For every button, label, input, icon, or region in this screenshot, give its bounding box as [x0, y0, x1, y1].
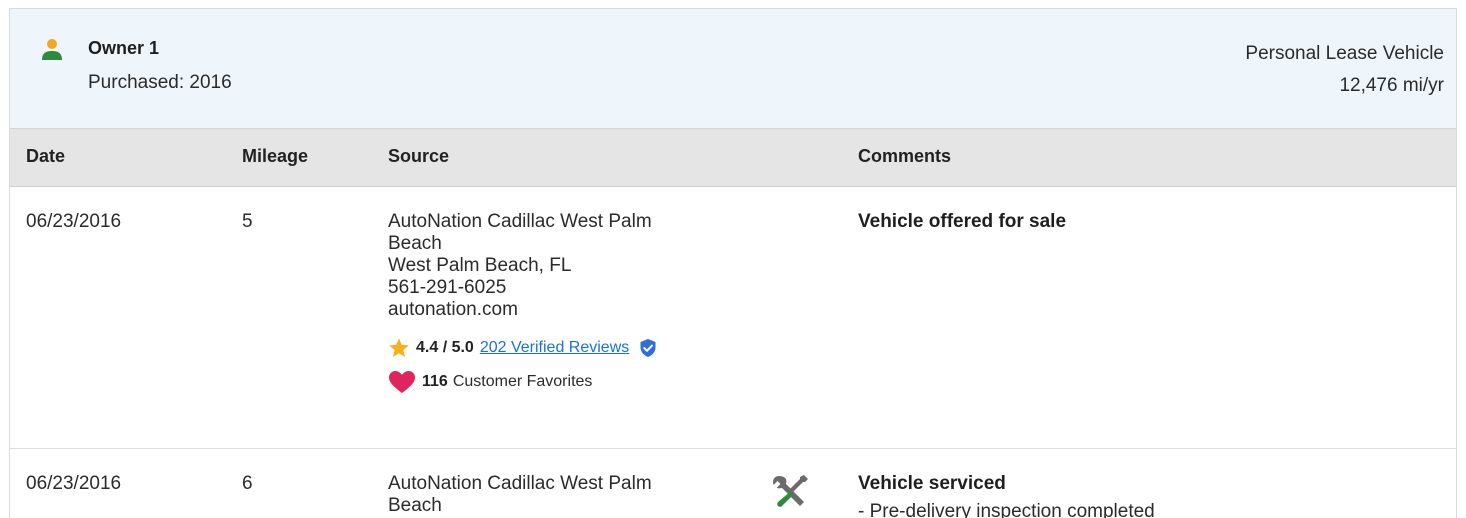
source-name-line-1: AutoNation Cadillac West Palm	[388, 211, 652, 232]
row-mileage: 5	[242, 211, 253, 232]
owner-header: Owner 1 Purchased: 2016 Personal Lease V…	[10, 9, 1456, 129]
column-header-comments: Comments	[858, 146, 952, 166]
source-name-line-2: Beach	[388, 233, 442, 254]
source-location: West Palm Beach, FL	[388, 255, 572, 276]
rating-value: 4.4 / 5.0	[416, 339, 474, 356]
owner-purchased: Purchased: 2016	[88, 72, 232, 93]
table-row: 06/23/2016 5 AutoNation Cadillac West Pa…	[10, 187, 1456, 449]
row-source: AutoNation Cadillac West Palm Beach West…	[388, 211, 728, 393]
page: Owner 1 Purchased: 2016 Personal Lease V…	[0, 0, 1466, 518]
dealer-rating: 4.4 / 5.0 202 Verified Reviews	[388, 337, 728, 359]
source-name-line-1: AutoNation Cadillac West Palm	[388, 473, 652, 494]
comment-title: Vehicle serviced	[858, 473, 1006, 494]
column-header-mileage: Mileage	[242, 146, 309, 166]
column-header-source: Source	[388, 146, 450, 166]
row-source: AutoNation Cadillac West Palm Beach	[388, 473, 728, 517]
comment-detail: - Pre-delivery inspection completed	[858, 501, 1155, 518]
vehicle-type: Personal Lease Vehicle	[1245, 43, 1444, 64]
favorites-label: Customer Favorites	[452, 373, 593, 390]
comment-title: Vehicle offered for sale	[858, 211, 1067, 232]
table-row: 06/23/2016 6 AutoNation Cadillac West Pa…	[10, 449, 1456, 518]
row-date: 06/23/2016	[26, 473, 122, 494]
history-table-header: Date Mileage Source Comments	[10, 129, 1456, 187]
shield-check-icon	[640, 339, 656, 357]
star-icon	[389, 338, 409, 357]
verified-reviews-link[interactable]: 202 Verified Reviews	[480, 337, 629, 359]
heart-icon	[389, 371, 415, 393]
source-name-line-2: Beach	[388, 495, 442, 516]
row-date: 06/23/2016	[26, 211, 122, 232]
column-header-date: Date	[26, 146, 66, 166]
source-phone: 561-291-6025	[388, 277, 507, 298]
mileage-per-year: 12,476 mi/yr	[1339, 75, 1444, 96]
person-icon	[42, 39, 62, 60]
favorites-count: 116	[422, 373, 448, 390]
wrench-screwdriver-icon	[773, 475, 808, 507]
row-mileage: 6	[242, 473, 253, 494]
owner-title: Owner 1	[88, 38, 160, 58]
owner-summary: Personal Lease Vehicle 12,476 mi/yr	[1245, 38, 1444, 102]
customer-favorites: 116 Customer Favorites	[388, 371, 728, 393]
source-website: autonation.com	[388, 299, 518, 320]
owner-history-card: Owner 1 Purchased: 2016 Personal Lease V…	[9, 8, 1457, 518]
